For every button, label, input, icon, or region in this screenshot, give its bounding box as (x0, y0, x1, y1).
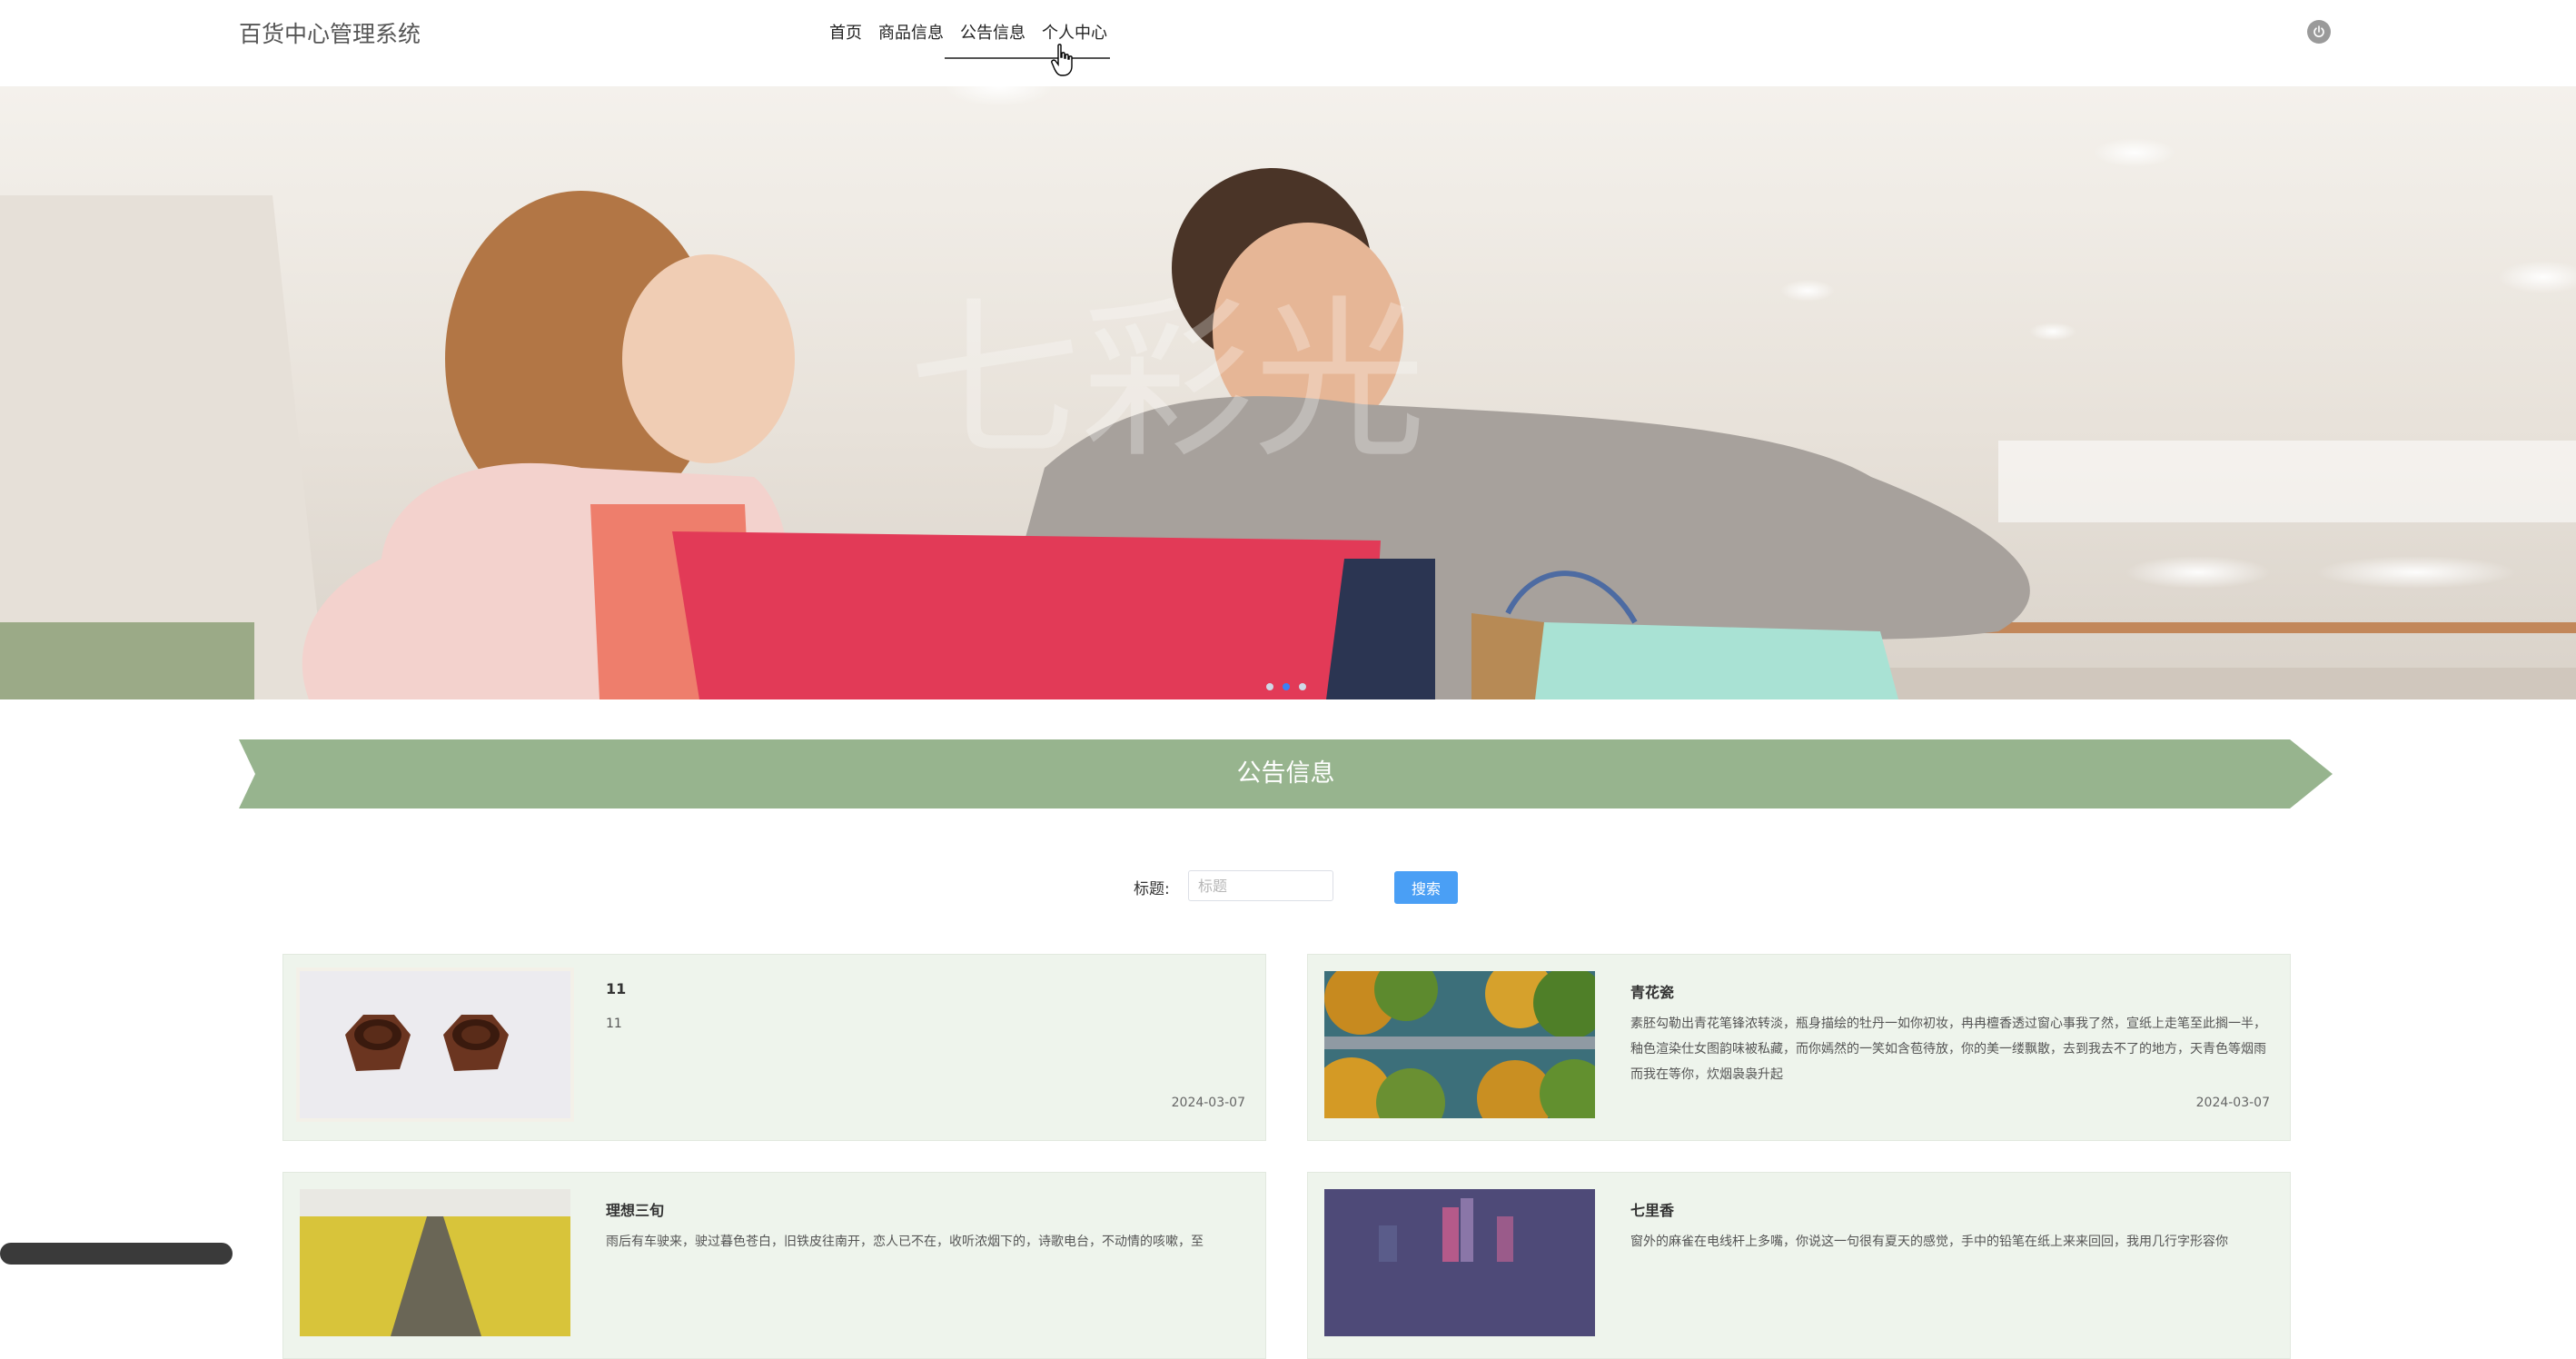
notice-card[interactable]: 七里香 窗外的麻雀在电线杆上多嘴，你说这一句很有夏天的感觉，手中的铅笔在纸上来来… (1307, 1172, 2291, 1359)
notice-title[interactable]: 理想三旬 (606, 1198, 664, 1220)
notice-date: 2024-03-07 (1171, 1096, 1245, 1110)
carousel-dot[interactable] (1299, 683, 1306, 690)
notice-date: 2024-03-07 (2195, 1096, 2270, 1110)
notice-thumbnail (1321, 967, 1599, 1122)
nav-active-underline (945, 57, 1110, 59)
nav-products[interactable]: 商品信息 (870, 20, 952, 44)
main-nav: 首页 商品信息 公告信息 个人中心 (821, 20, 1115, 44)
nav-notices[interactable]: 公告信息 (952, 20, 1034, 44)
banner-watermark: 七彩光 (908, 281, 1426, 481)
notice-thumbnail (296, 967, 574, 1122)
site-logo[interactable]: 百货中心管理系统 (239, 16, 421, 49)
section-title: 公告信息 (1236, 759, 1335, 788)
hand-cursor-icon (1051, 44, 1073, 76)
notice-thumbnail (296, 1185, 574, 1340)
notice-card[interactable]: 青花瓷 素胚勾勒出青花笔锋浓转淡，瓶身描绘的牡丹一如你初妆，冉冉檀香透过窗心事我… (1307, 954, 2291, 1141)
search-button[interactable]: 搜索 (1394, 871, 1458, 904)
notice-card[interactable]: 理想三旬 雨后有车驶来，驶过暮色苍白，旧铁皮往南开，恋人已不在，收听浓烟下的，诗… (282, 1172, 1266, 1359)
carousel-dot[interactable] (1266, 683, 1273, 690)
search-title-input[interactable] (1188, 870, 1333, 901)
notice-title[interactable]: 七里香 (1630, 1198, 1674, 1220)
notice-thumbnail (1321, 1185, 1599, 1340)
hero-carousel[interactable]: 七彩光 (0, 86, 2576, 699)
top-header: 百货中心管理系统 首页 商品信息 公告信息 个人中心 (0, 0, 2576, 86)
notice-summary: 窗外的麻雀在电线杆上多嘴，你说这一句很有夏天的感觉，手中的铅笔在纸上来来回回，我… (1630, 1235, 2228, 1249)
notice-title[interactable]: 11 (606, 980, 626, 997)
notice-summary: 11 (606, 1017, 622, 1031)
hero-image: 七彩光 (0, 86, 2576, 699)
notice-card[interactable]: 11 11 2024-03-07 (282, 954, 1266, 1141)
floating-toolbar[interactable] (0, 1243, 233, 1265)
carousel-dot-active[interactable] (1283, 683, 1290, 690)
search-label: 标题: (1134, 880, 1170, 898)
logout-button[interactable] (2307, 20, 2331, 44)
nav-home[interactable]: 首页 (821, 20, 870, 44)
notice-title[interactable]: 青花瓷 (1630, 980, 1674, 1002)
power-icon (2313, 25, 2324, 37)
nav-profile[interactable]: 个人中心 (1034, 20, 1115, 44)
notice-summary: 雨后有车驶来，驶过暮色苍白，旧铁皮往南开，恋人已不在，收听浓烟下的，诗歌电台，不… (606, 1235, 1204, 1249)
section-title-banner: 公告信息 (239, 739, 2333, 808)
carousel-indicators (1266, 683, 1306, 690)
notice-summary: 素胚勾勒出青花笔锋浓转淡，瓶身描绘的牡丹一如你初妆，冉冉檀香透过窗心事我了然，宣… (1630, 1017, 2266, 1082)
